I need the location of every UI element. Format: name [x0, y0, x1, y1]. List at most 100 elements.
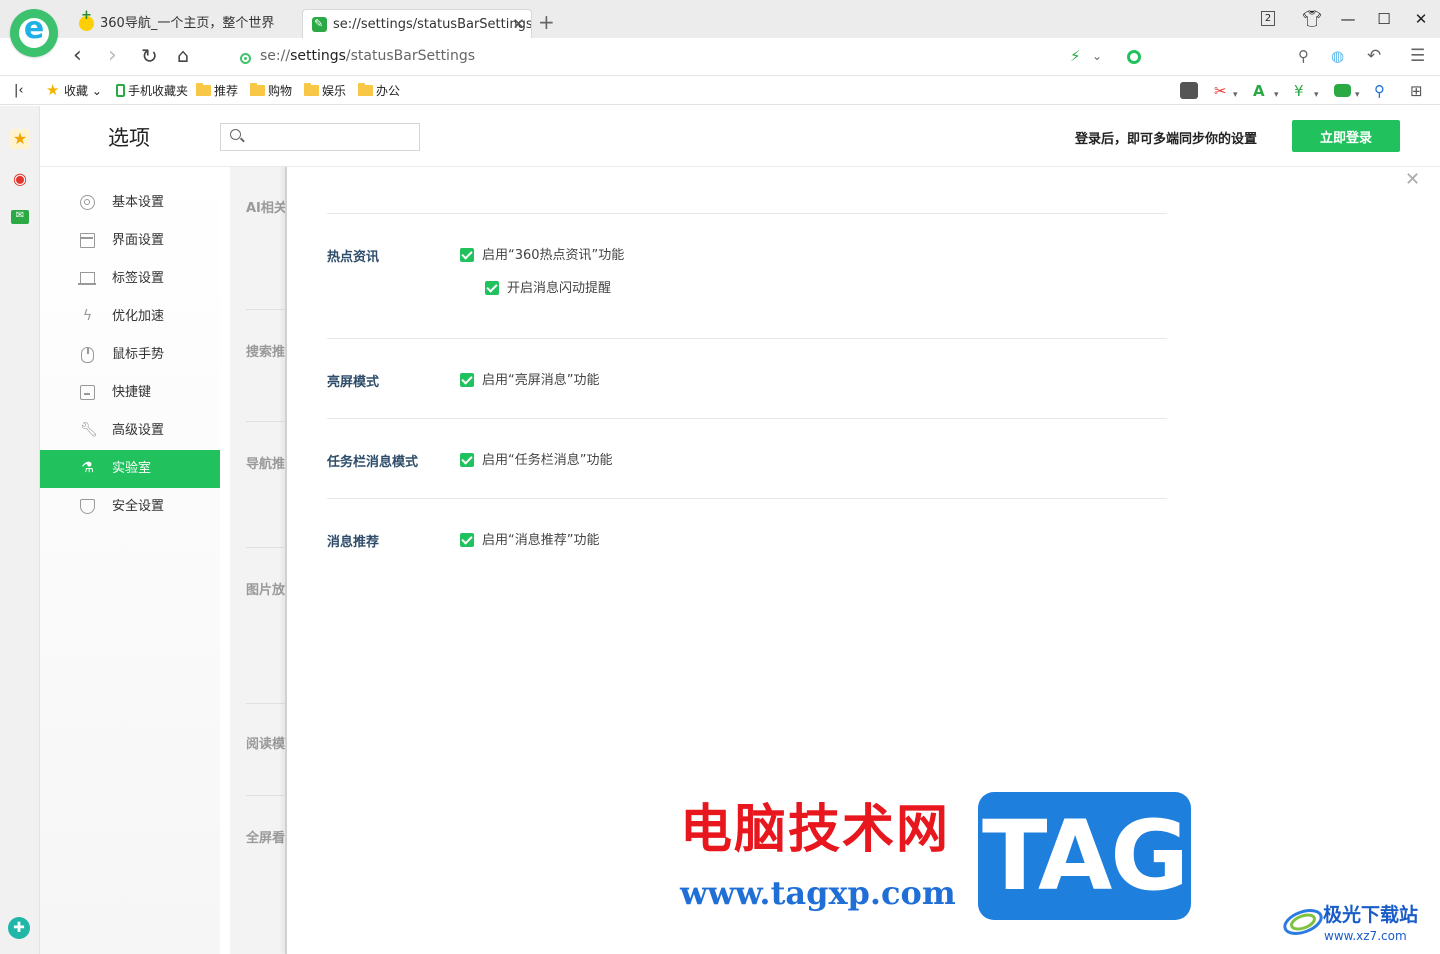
minimize-icon[interactable]: —	[1338, 10, 1358, 28]
nav-item-basic[interactable]: 基本设置	[40, 184, 220, 222]
bookmarks-bar: |‹ ★ 收藏 ⌄ 手机收藏夹 推荐 购物 娱乐 办公 ✂ ▾ A ▾ ¥ ▾ ▾…	[0, 77, 1440, 105]
watermark-tag-logo: TAG	[978, 792, 1191, 920]
chevron-down-icon[interactable]: ▾	[1314, 86, 1319, 104]
tab-count-badge[interactable]: 2	[1261, 11, 1275, 26]
divider	[246, 309, 286, 310]
mouse-icon	[81, 347, 94, 363]
checkbox-checked-icon[interactable]	[460, 248, 474, 262]
bookmark-folder-shopping[interactable]: 购物	[250, 83, 292, 99]
finance-extension-icon[interactable]: ¥	[1294, 82, 1304, 100]
close-window-icon[interactable]: ✕	[1411, 10, 1431, 28]
bookmark-folder-office[interactable]: 办公	[358, 83, 400, 99]
tab-close-icon[interactable]: ✕	[512, 10, 525, 38]
tab-bar: 360导航_一个主页，整个世界 se://settings/statusBarS…	[0, 0, 1440, 38]
tab-icon	[78, 272, 96, 285]
divider	[327, 498, 1167, 499]
checkbox-flash-alert[interactable]: 开启消息闪动提醒	[485, 281, 611, 296]
nav-item-speedup[interactable]: ϟ 优化加速	[40, 298, 220, 336]
watermark2-text: 极光下载站	[1323, 904, 1419, 926]
menu-icon[interactable]: ☰	[1410, 47, 1425, 65]
checkbox-checked-icon[interactable]	[460, 453, 474, 467]
close-panel-icon[interactable]: ✕	[1405, 170, 1420, 190]
undo-icon[interactable]: ↶	[1367, 47, 1381, 65]
keyboard-icon	[80, 385, 95, 400]
section-title-taskbar: 任务栏消息模式	[327, 455, 419, 470]
watermark2-url: www.xz7.com	[1324, 929, 1407, 943]
nav-item-advanced[interactable]: 🔧︎ 高级设置	[40, 412, 220, 450]
translate-extension-icon[interactable]: A	[1253, 82, 1265, 100]
login-button[interactable]: 立即登录	[1292, 120, 1400, 152]
settings-search-input[interactable]	[247, 127, 415, 147]
bg-section-label: 搜索推	[246, 345, 286, 360]
shield-icon	[80, 499, 95, 514]
folder-icon	[250, 83, 265, 96]
folder-icon	[358, 83, 373, 96]
search-engine-icon[interactable]	[1127, 50, 1141, 64]
bg-section-label: 图片放	[246, 583, 286, 598]
home-icon[interactable]: ⌂	[177, 45, 189, 67]
speed-mode-icon[interactable]: ⚡	[1070, 47, 1081, 65]
flask-icon: ⚗	[81, 460, 94, 476]
address-bar: ‹ › ↻ ⌂ se://settings/statusBarSettings …	[0, 38, 1440, 76]
bookmark-folder-entertainment[interactable]: 娱乐	[304, 83, 346, 99]
maximize-icon[interactable]: ☐	[1374, 10, 1394, 28]
tab-settings[interactable]: se://settings/statusBarSettings ✕	[302, 9, 532, 38]
reload-icon[interactable]: ↻	[141, 45, 158, 67]
chevron-down-icon[interactable]: ▾	[1233, 86, 1238, 104]
bookmark-folder-recommend[interactable]: 推荐	[196, 83, 238, 99]
nav-item-interface[interactable]: 界面设置	[40, 222, 220, 260]
chevron-down-icon[interactable]: ⌄	[1092, 47, 1102, 65]
nav-item-security[interactable]: 安全设置	[40, 488, 220, 526]
section-title-bright-screen: 亮屏模式	[327, 375, 380, 390]
watermark-text: 电脑技术网	[680, 800, 951, 860]
bookmark-mobile[interactable]: 手机收藏夹	[113, 83, 188, 99]
browser-logo-icon[interactable]: e	[10, 9, 58, 57]
tab-title: 360导航_一个主页，整个世界	[100, 16, 275, 31]
nav-item-lab[interactable]: ⚗ 实验室	[40, 450, 220, 488]
settings-search[interactable]	[220, 123, 420, 151]
checkbox-hot-news[interactable]: 启用“360热点资讯”功能	[460, 248, 624, 263]
search-icon	[230, 129, 241, 140]
nav-item-tabs[interactable]: 标签设置	[40, 260, 220, 298]
forward-icon[interactable]: ›	[108, 45, 117, 67]
phone-icon	[116, 84, 125, 97]
aurora-logo-icon	[1283, 909, 1323, 935]
divider	[246, 703, 286, 704]
add-plugin-icon[interactable]: ✚	[8, 917, 30, 939]
favorites-star-icon[interactable]: ★	[10, 129, 30, 149]
section-title-recommend: 消息推荐	[327, 535, 380, 550]
watermark-url: www.tagxp.com	[680, 874, 956, 912]
chevron-down-icon[interactable]: ▾	[1355, 86, 1360, 104]
new-tab-icon[interactable]: +	[538, 12, 555, 32]
checkbox-checked-icon[interactable]	[460, 533, 474, 547]
back-icon[interactable]: ‹	[73, 45, 82, 67]
weibo-icon[interactable]: ◉	[10, 169, 30, 189]
chevron-down-icon[interactable]: ▾	[1274, 86, 1279, 104]
bg-section-label: 导航推	[246, 457, 286, 472]
360-ai-icon[interactable]: ◍	[1331, 47, 1344, 65]
find-extension-icon[interactable]: ⚲	[1374, 82, 1385, 100]
wrench-icon: 🔧︎	[80, 422, 98, 438]
checkbox-taskbar-message[interactable]: 启用“任务栏消息”功能	[460, 453, 612, 468]
search-icon[interactable]: ⚲	[1298, 47, 1309, 65]
screenshot-scissors-icon[interactable]: ✂	[1214, 82, 1227, 100]
checkbox-checked-icon[interactable]	[485, 281, 499, 295]
reader-extension-icon[interactable]	[1180, 82, 1198, 99]
tab-360-nav[interactable]: 360导航_一个主页，整个世界	[70, 9, 300, 38]
skin-shirt-icon[interactable]: 👕︎	[1302, 10, 1322, 28]
mail-icon[interactable]: ✉	[11, 210, 29, 224]
bg-section-label: 阅读模	[246, 737, 286, 752]
checkbox-bright-screen[interactable]: 启用“亮屏消息”功能	[460, 373, 599, 388]
settings-circle-icon	[80, 195, 95, 210]
sidebar-toggle-icon[interactable]: |‹	[14, 83, 24, 99]
apps-grid-icon[interactable]: ⊞	[1410, 82, 1423, 100]
checkbox-checked-icon[interactable]	[460, 373, 474, 387]
nav-item-shortcuts[interactable]: 快捷键	[40, 374, 220, 412]
bookmark-favorites[interactable]: ★ 收藏 ⌄	[46, 82, 102, 99]
checkbox-message-recommend[interactable]: 启用“消息推荐”功能	[460, 533, 599, 548]
nav-item-mouse-gesture[interactable]: 鼠标手势	[40, 336, 220, 374]
game-extension-icon[interactable]	[1334, 84, 1351, 97]
url-field[interactable]: se://settings/statusBarSettings	[260, 48, 475, 64]
sync-hint: 登录后，即可多端同步你的设置	[1075, 132, 1258, 147]
page-title: 选项	[108, 126, 150, 150]
